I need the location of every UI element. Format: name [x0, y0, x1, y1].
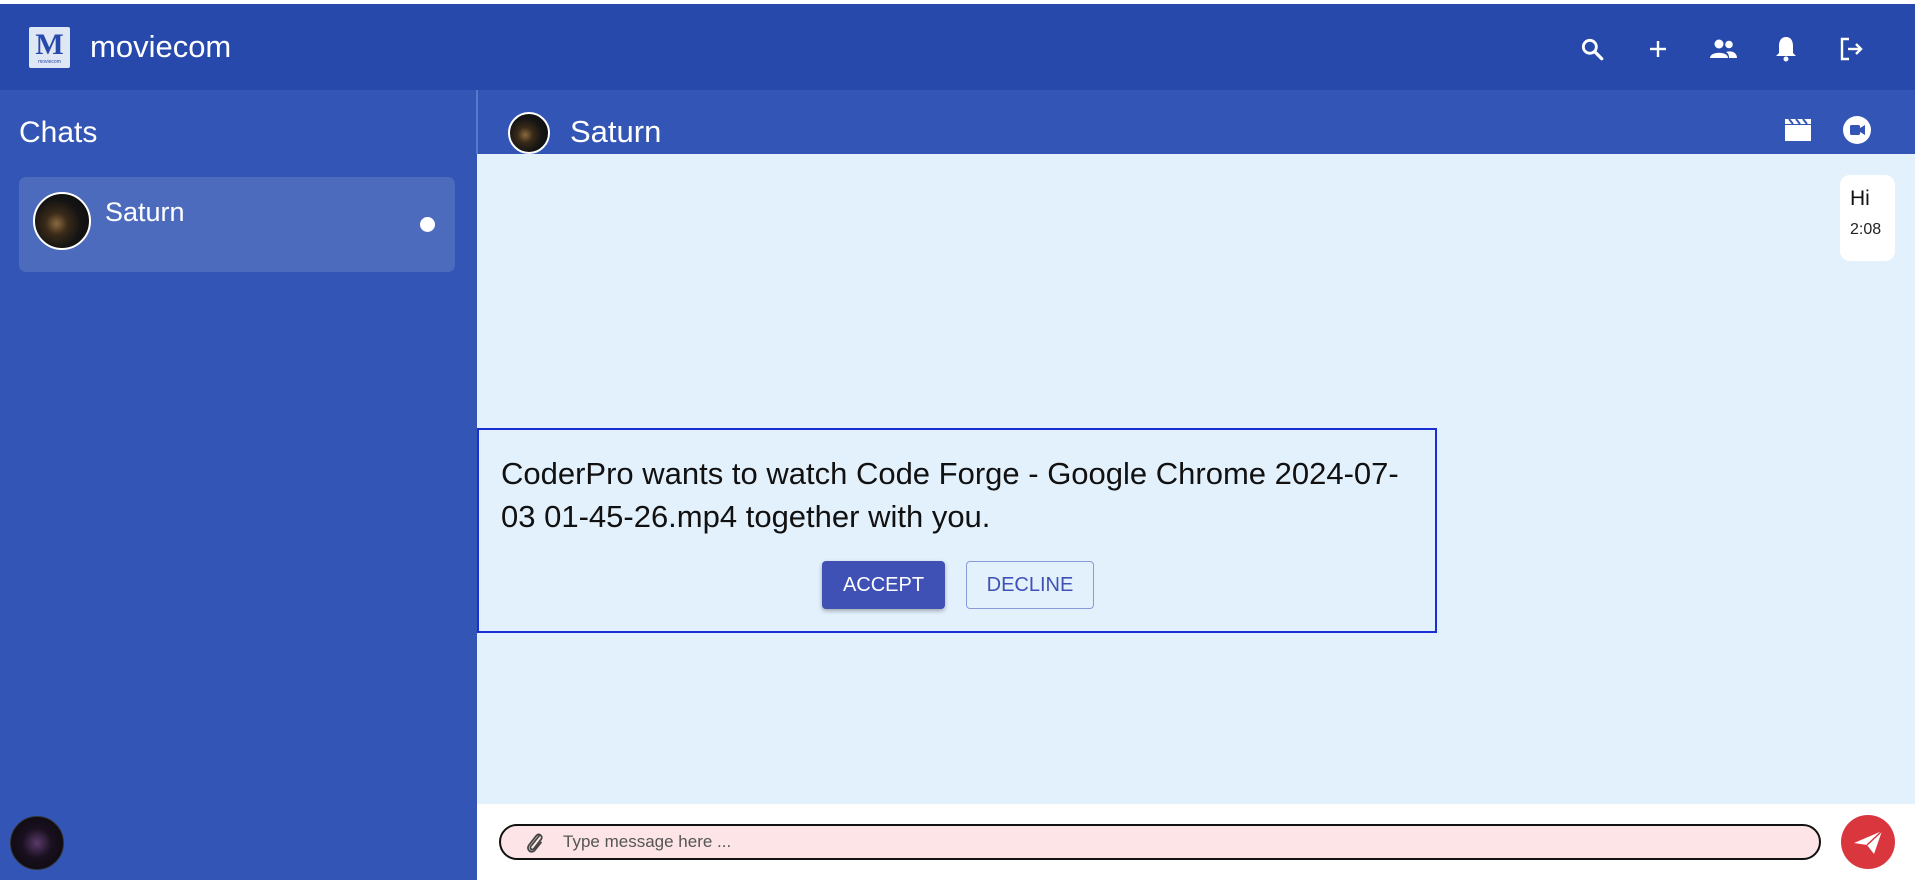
- people-icon[interactable]: [1707, 33, 1739, 65]
- chat-sidebar: Chats Saturn: [0, 90, 477, 880]
- accept-button[interactable]: ACCEPT: [822, 561, 945, 609]
- movie-icon[interactable]: [1782, 114, 1814, 146]
- decline-button[interactable]: DECLINE: [966, 561, 1094, 609]
- app-title: moviecom: [90, 29, 232, 64]
- chat-list-item[interactable]: Saturn: [19, 177, 455, 272]
- chat-header: Saturn: [477, 90, 1915, 154]
- send-icon: [1854, 830, 1883, 854]
- logout-icon[interactable]: [1835, 33, 1867, 65]
- invite-message: CoderPro wants to watch Code Forge - Goo…: [501, 456, 1399, 534]
- message-composer: [477, 804, 1915, 880]
- message-time: 2:08: [1850, 221, 1882, 238]
- send-button[interactable]: [1841, 815, 1895, 869]
- message-input-wrapper: [499, 824, 1821, 860]
- message-bubble: Hi 2:08: [1840, 175, 1895, 261]
- contact-name: Saturn: [570, 114, 662, 149]
- contact-avatar[interactable]: [508, 112, 550, 154]
- search-icon[interactable]: [1576, 33, 1608, 65]
- message-text: Hi: [1850, 187, 1870, 210]
- sidebar-title: Chats: [19, 116, 98, 149]
- app-logo[interactable]: M moviecom: [29, 27, 70, 68]
- current-user-avatar[interactable]: [10, 816, 64, 870]
- panel-divider: [476, 90, 478, 154]
- chat-item-name: Saturn: [105, 197, 185, 227]
- unread-indicator: [420, 217, 435, 232]
- add-icon[interactable]: [1642, 33, 1674, 65]
- video-call-icon[interactable]: [1841, 114, 1873, 146]
- top-app-bar: M moviecom moviecom: [0, 0, 1915, 90]
- avatar: [33, 192, 91, 250]
- watch-invite-dialog: CoderPro wants to watch Code Forge - Goo…: [477, 428, 1437, 633]
- notifications-icon[interactable]: [1770, 33, 1802, 65]
- message-input[interactable]: [563, 830, 1803, 854]
- attach-icon[interactable]: [521, 829, 549, 857]
